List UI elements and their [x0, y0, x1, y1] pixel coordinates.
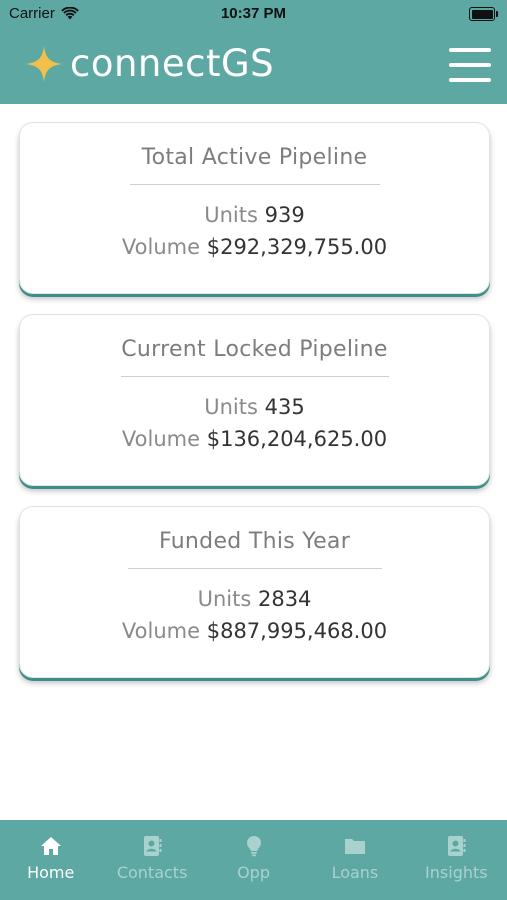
menu-bar-icon	[449, 63, 491, 67]
units-label: Units	[204, 203, 258, 227]
tab-label: Opp	[237, 863, 270, 882]
units-value: 2834	[257, 587, 312, 611]
bottom-tab-bar: Home Contacts Opp Loans Insights	[0, 820, 507, 900]
card-divider	[129, 184, 380, 185]
status-bar: Carrier 10:37 PM	[0, 0, 507, 30]
tab-label: Insights	[425, 863, 488, 882]
menu-bar-icon	[449, 78, 491, 82]
card-title: Total Active Pipeline	[141, 145, 368, 170]
volume-value: $136,204,625.00	[206, 427, 388, 451]
battery-icon	[469, 7, 498, 21]
tab-label: Home	[27, 863, 75, 882]
units-value: 939	[264, 203, 305, 227]
volume-label: Volume	[121, 235, 201, 259]
brand-name: connectGS	[70, 42, 275, 85]
tab-loans[interactable]: Loans	[304, 820, 405, 900]
volume-row: Volume $292,329,755.00	[20, 235, 489, 259]
lightbulb-icon	[246, 836, 261, 857]
units-label: Units	[197, 587, 252, 611]
units-row: Units 939	[20, 203, 489, 227]
menu-bar-icon	[449, 48, 491, 52]
tab-opp[interactable]: Opp	[203, 820, 304, 900]
status-time: 10:37 PM	[220, 5, 287, 22]
units-value: 435	[264, 395, 305, 419]
insights-icon	[448, 836, 466, 856]
sparkle-star-icon	[26, 45, 62, 82]
home-icon	[40, 837, 61, 855]
tab-home[interactable]: Home	[0, 820, 101, 900]
folder-icon	[344, 839, 365, 854]
card-divider	[120, 376, 389, 377]
tab-label: Contacts	[116, 863, 188, 882]
volume-value: $292,329,755.00	[206, 235, 388, 259]
volume-row: Volume $136,204,625.00	[20, 427, 489, 451]
pipeline-card-current-locked[interactable]: Current Locked Pipeline Units 435 Volume…	[19, 314, 490, 486]
pipeline-card-total-active[interactable]: Total Active Pipeline Units 939 Volume $…	[19, 122, 490, 294]
tab-insights[interactable]: Insights	[406, 820, 507, 900]
volume-row: Volume $887,995,468.00	[20, 619, 489, 643]
card-title: Current Locked Pipeline	[121, 337, 388, 362]
units-row: Units 2834	[20, 587, 489, 611]
volume-label: Volume	[121, 427, 201, 451]
volume-value: $887,995,468.00	[206, 619, 388, 643]
units-label: Units	[204, 395, 258, 419]
contacts-icon	[144, 836, 162, 856]
card-divider	[127, 568, 382, 569]
volume-label: Volume	[121, 619, 201, 643]
pipeline-card-funded-this-year[interactable]: Funded This Year Units 2834 Volume $887,…	[19, 506, 490, 678]
app-header: connectGS	[0, 30, 507, 104]
hamburger-menu-button[interactable]	[449, 46, 491, 84]
units-row: Units 435	[20, 395, 489, 419]
card-title: Funded This Year	[158, 529, 351, 554]
app-logo: connectGS	[24, 42, 274, 85]
tab-contacts[interactable]: Contacts	[101, 820, 202, 900]
tab-label: Loans	[331, 863, 379, 882]
